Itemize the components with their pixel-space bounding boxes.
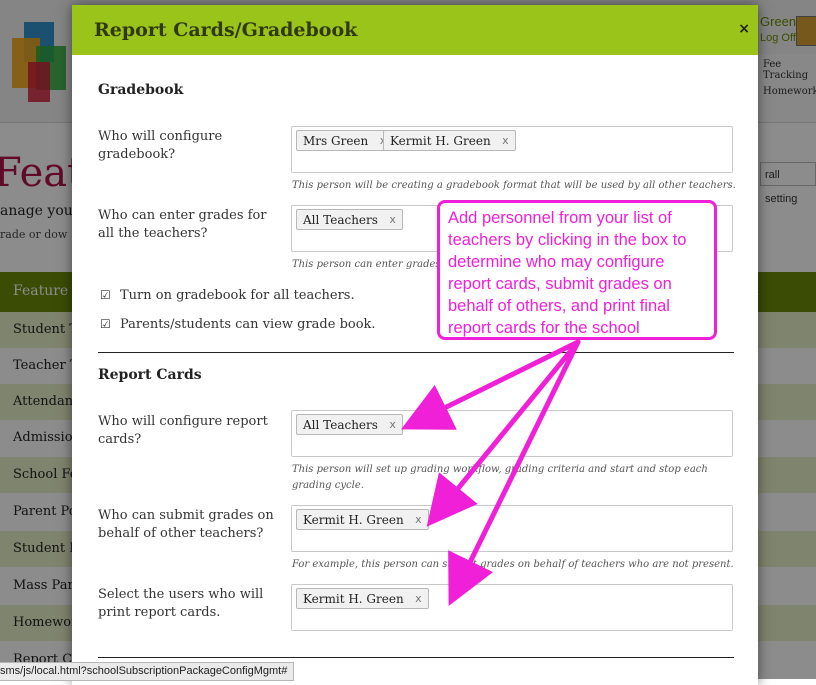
gradebook-heading: Gradebook bbox=[98, 82, 184, 98]
section-divider bbox=[98, 657, 734, 658]
submit-grades-field[interactable]: Kermit H. Green x bbox=[291, 505, 733, 552]
user-tag: All Teachers x bbox=[296, 414, 403, 435]
annotation-callout: Add personnel from your list of teachers… bbox=[437, 200, 717, 340]
report-cards-heading: Report Cards bbox=[98, 367, 202, 383]
configure-report-cards-help: This person will set up grading workflow… bbox=[292, 464, 708, 491]
dialog-title: Report Cards/Gradebook bbox=[94, 19, 358, 41]
configure-report-cards-label: Who will configure report cards? bbox=[98, 414, 268, 447]
configure-report-cards-field[interactable]: All Teachers x bbox=[291, 410, 733, 457]
configure-gradebook-field[interactable]: Mrs Greenx Kermit H. Greenx bbox=[291, 126, 733, 173]
submit-grades-help: For example, this person can submit grad… bbox=[292, 559, 734, 570]
user-tag: Kermit H. Green x bbox=[296, 509, 429, 530]
user-tag: Kermit H. Green x bbox=[383, 130, 516, 151]
print-report-cards-field[interactable]: Kermit H. Green x bbox=[291, 584, 733, 631]
user-tag: Kermit H. Green x bbox=[296, 588, 429, 609]
browser-status-bar: sms/js/local.html?schoolSubscriptionPack… bbox=[0, 662, 295, 681]
report-cards-gradebook-dialog: Report Cards/Gradebook × Gradebook Who w… bbox=[72, 5, 758, 685]
user-tag: All Teachers x bbox=[296, 209, 403, 230]
remove-tag-icon[interactable]: x bbox=[502, 131, 509, 151]
remove-tag-icon[interactable]: x bbox=[415, 589, 422, 609]
print-report-cards-label: Select the users who will print report c… bbox=[98, 587, 264, 620]
gradebook-all-teachers-checkbox[interactable]: ☑ Turn on gradebook for all teachers. bbox=[100, 288, 355, 303]
parents-view-gradebook-checkbox[interactable]: ☑ Parents/students can view grade book. bbox=[100, 317, 376, 332]
enter-grades-label: Who can enter grades for all the teacher… bbox=[98, 208, 267, 241]
dialog-header: Report Cards/Gradebook × bbox=[72, 5, 758, 55]
checkbox-icon[interactable]: ☑ bbox=[100, 288, 114, 302]
configure-gradebook-label: Who will configure gradebook? bbox=[98, 129, 223, 162]
submit-grades-label: Who can submit grades on behalf of other… bbox=[98, 508, 274, 541]
section-divider bbox=[98, 352, 734, 353]
checkbox-icon[interactable]: ☑ bbox=[100, 317, 114, 331]
user-tag: Mrs Greenx bbox=[296, 130, 394, 151]
close-icon[interactable]: × bbox=[738, 21, 750, 37]
remove-tag-icon[interactable]: x bbox=[415, 510, 422, 530]
remove-tag-icon[interactable]: x bbox=[389, 415, 396, 435]
configure-gradebook-help: This person will be creating a gradebook… bbox=[292, 180, 736, 191]
remove-tag-icon[interactable]: x bbox=[389, 210, 396, 230]
enter-grades-help: This person can enter grades f bbox=[292, 259, 448, 270]
